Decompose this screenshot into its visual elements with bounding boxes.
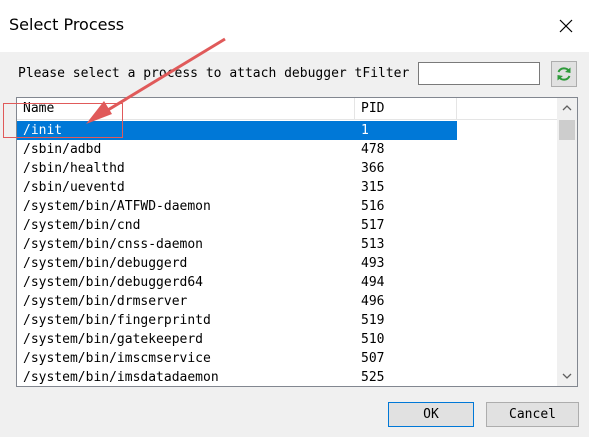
annotation-arrow (86, 37, 226, 124)
